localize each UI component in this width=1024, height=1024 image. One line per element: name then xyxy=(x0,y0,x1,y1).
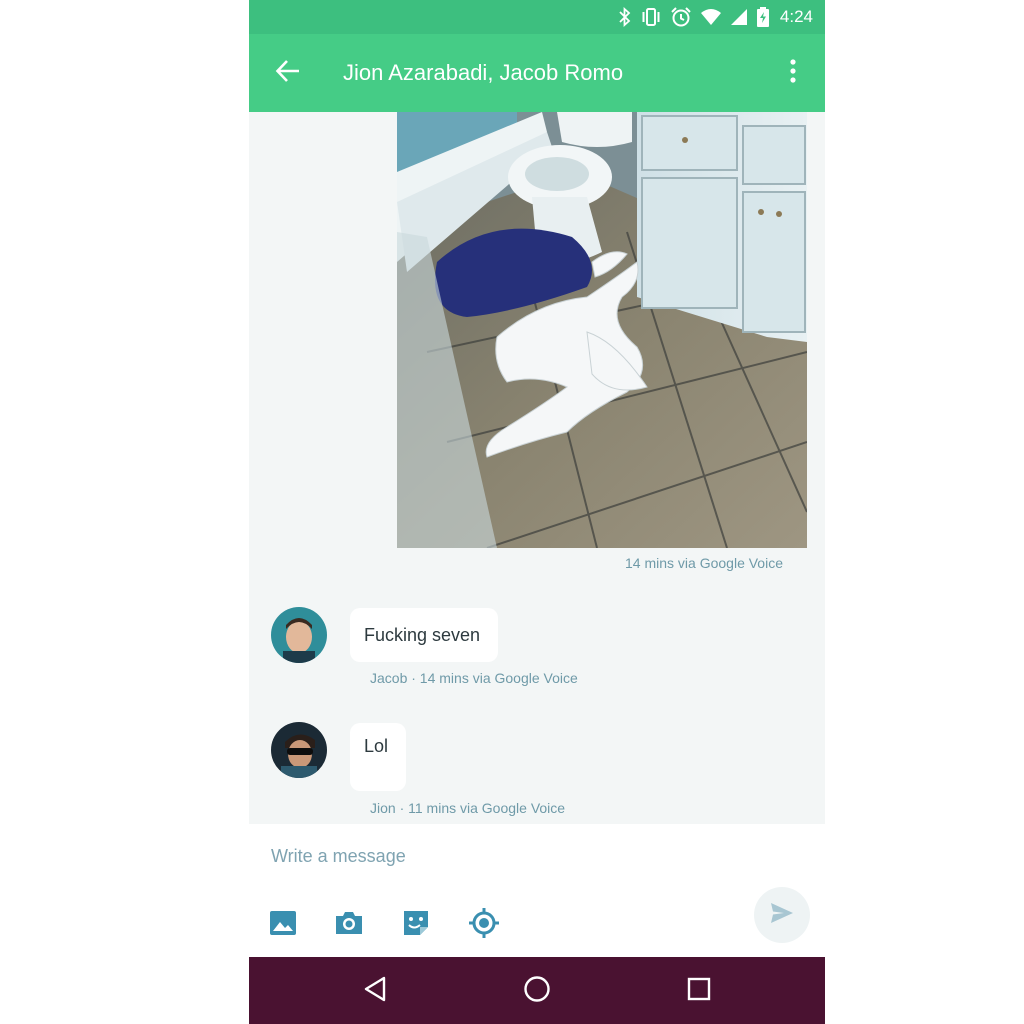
message-meta: Jacob · 14 mins via Google Voice xyxy=(370,670,578,686)
bluetooth-icon xyxy=(618,7,632,27)
composer xyxy=(249,824,825,957)
camera-button[interactable] xyxy=(332,908,366,942)
vibrate-icon xyxy=(640,7,662,27)
camera-icon xyxy=(334,910,364,941)
message-bubble[interactable]: Fucking seven xyxy=(350,608,498,662)
back-triangle-icon xyxy=(362,975,388,1008)
conversation-title: Jion Azarabadi, Jacob Romo xyxy=(343,60,624,85)
sticker-icon xyxy=(401,908,431,943)
arrow-left-icon xyxy=(275,58,301,89)
message-input[interactable] xyxy=(269,840,733,872)
avatar[interactable] xyxy=(271,607,327,663)
recents-square-icon xyxy=(686,976,712,1007)
gallery-button[interactable] xyxy=(266,908,300,942)
message-bubble[interactable]: Lol xyxy=(350,723,406,791)
location-icon xyxy=(468,907,500,944)
message-meta: Jion · 11 mins via Google Voice xyxy=(370,800,566,816)
conversation-list[interactable]: 14 mins via Google Voice Fucking seven J… xyxy=(249,112,825,824)
avatar[interactable] xyxy=(271,722,327,778)
wifi-icon xyxy=(700,8,722,26)
status-bar: 4:24 xyxy=(249,0,825,34)
location-button[interactable] xyxy=(467,907,501,944)
home-circle-icon xyxy=(523,975,551,1008)
send-button[interactable] xyxy=(754,887,810,943)
phone-screen: 4:24 Jion Azarabadi, Jacob Romo 14 mins … xyxy=(249,0,825,1024)
signal-icon xyxy=(730,8,748,26)
navigation-bar xyxy=(249,957,825,1024)
send-icon xyxy=(770,902,794,929)
alarm-icon xyxy=(670,6,692,28)
app-bar: Jion Azarabadi, Jacob Romo xyxy=(249,34,825,112)
status-time: 4:24 xyxy=(779,7,813,26)
nav-recents-button[interactable] xyxy=(679,971,719,1011)
message-photo[interactable] xyxy=(397,112,807,548)
nav-home-button[interactable] xyxy=(517,971,557,1011)
back-button[interactable] xyxy=(269,54,307,92)
nav-back-button[interactable] xyxy=(355,971,395,1011)
status-icons: 4:24 xyxy=(618,0,813,34)
battery-charging-icon xyxy=(756,7,770,27)
more-vertical-icon xyxy=(789,58,797,89)
message-meta: 14 mins via Google Voice xyxy=(625,555,783,571)
overflow-menu-button[interactable] xyxy=(779,54,807,92)
sticker-button[interactable] xyxy=(399,908,433,942)
gallery-icon xyxy=(269,910,297,941)
